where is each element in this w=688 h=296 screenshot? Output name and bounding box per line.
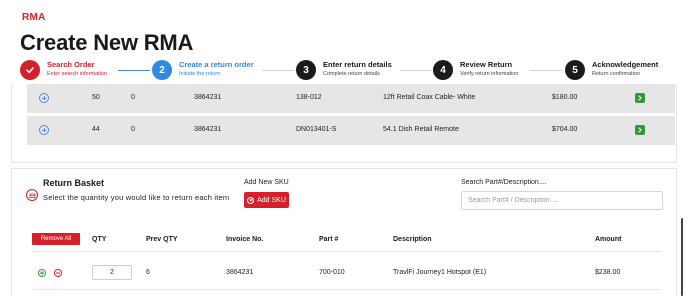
step-subtitle: Return confirmation — [592, 71, 640, 77]
brand-label: RMA — [22, 12, 46, 23]
row-description: 54.1 Dish Retail Remote — [383, 126, 459, 133]
plus-circle-icon[interactable] — [39, 93, 49, 103]
plus-circle-icon[interactable] — [39, 125, 49, 135]
stepper-connector — [400, 70, 432, 71]
progress-stepper: Search Order Enter search information 2 … — [0, 58, 688, 84]
row-prev-qty: 0 — [131, 126, 135, 133]
step-title: Acknowledgement — [592, 60, 659, 69]
check-icon — [20, 60, 40, 80]
row-invoice: 3864231 — [194, 94, 222, 101]
basket-amount: $238.00 — [595, 269, 621, 276]
step-title: Search Order — [47, 60, 95, 69]
column-header-amount: Amount — [595, 236, 622, 243]
add-circle-icon — [247, 196, 255, 204]
table-row: 50 0 3864231 138-012 12ft Retail Coax Ca… — [27, 84, 675, 113]
column-header-invoice: Invoice No. — [226, 236, 264, 243]
basket-title: Return Basket — [43, 178, 105, 188]
step-title: Create a return order — [179, 60, 254, 69]
table-row: 44 0 3864231 DN013401-S 54.1 Dish Retail… — [27, 116, 675, 145]
basket-description: Select the quantity you would like to re… — [43, 193, 230, 202]
column-header-prev-qty: Prev QTY — [146, 236, 178, 243]
basket-prev-qty: 6 — [146, 269, 150, 276]
step-subtitle: Enter search information — [47, 71, 107, 77]
row-divider — [32, 289, 662, 290]
step-subtitle: Complete return details — [323, 71, 380, 77]
row-amount: $704.00 — [552, 126, 578, 133]
step-review-return[interactable]: 4 Review Return Verify return informatio… — [433, 58, 533, 84]
row-qty: 44 — [92, 126, 100, 133]
quantity-input[interactable] — [92, 265, 132, 280]
row-prev-qty: 0 — [131, 94, 135, 101]
row-amount: $180.00 — [552, 94, 578, 101]
stepper-connector — [530, 70, 562, 71]
add-sku-button[interactable]: Add SKU — [244, 192, 289, 208]
order-items-card: 50 0 3864231 138-012 12ft Retail Coax Ca… — [11, 84, 677, 163]
basket-icon — [26, 189, 38, 201]
step-title: Enter return details — [323, 60, 392, 69]
minus-circle-icon[interactable] — [54, 269, 62, 277]
step-subtitle: Verify return information — [460, 71, 519, 77]
arrow-right-icon[interactable] — [635, 93, 645, 103]
return-basket-card: Return Basket Select the quantity you wo… — [11, 168, 677, 296]
scrollbar[interactable] — [681, 218, 683, 296]
column-header-part: Part # — [319, 236, 339, 243]
header-divider — [32, 251, 662, 252]
page-title: Create New RMA — [20, 30, 194, 55]
row-part: 138-012 — [296, 94, 322, 101]
row-part: DN013401-S — [296, 126, 337, 133]
step-enter-return-details[interactable]: 3 Enter return details Complete return d… — [296, 58, 401, 84]
row-description: 12ft Retail Coax Cable- White — [383, 94, 476, 101]
step-title: Review Return — [460, 60, 513, 69]
basket-invoice: 3864231 — [226, 269, 254, 276]
add-sku-button-label: Add SKU — [257, 196, 286, 204]
step-number: 4 — [433, 60, 453, 80]
column-header-qty: QTY — [92, 236, 107, 243]
step-acknowledgement[interactable]: 5 Acknowledgement Return confirmation — [565, 58, 685, 84]
stepper-connector — [262, 70, 294, 71]
arrow-right-icon[interactable] — [635, 125, 645, 135]
search-input[interactable] — [461, 191, 663, 210]
column-header-description: Description — [393, 236, 432, 243]
step-create-return-order[interactable]: 2 Create a return order Initiate the ret… — [152, 58, 262, 84]
add-circle-icon[interactable] — [38, 269, 46, 277]
step-search-order[interactable]: Search Order Enter search information — [20, 58, 120, 84]
row-invoice: 3864231 — [194, 126, 222, 133]
stepper-connector — [118, 70, 150, 71]
basket-part: 700-010 — [319, 269, 345, 276]
row-qty: 50 — [92, 94, 100, 101]
step-subtitle: Initiate the return — [179, 71, 221, 77]
basket-description: TravlFi Journey1 Hotspot (E1) — [393, 269, 487, 276]
step-number: 3 — [296, 60, 316, 80]
step-number: 5 — [565, 60, 585, 80]
remove-all-button[interactable]: Remove All — [32, 233, 80, 245]
step-number: 2 — [152, 60, 172, 80]
search-label: Search Part#/Description.... — [461, 179, 547, 186]
add-sku-label: Add New SKU — [244, 179, 289, 186]
